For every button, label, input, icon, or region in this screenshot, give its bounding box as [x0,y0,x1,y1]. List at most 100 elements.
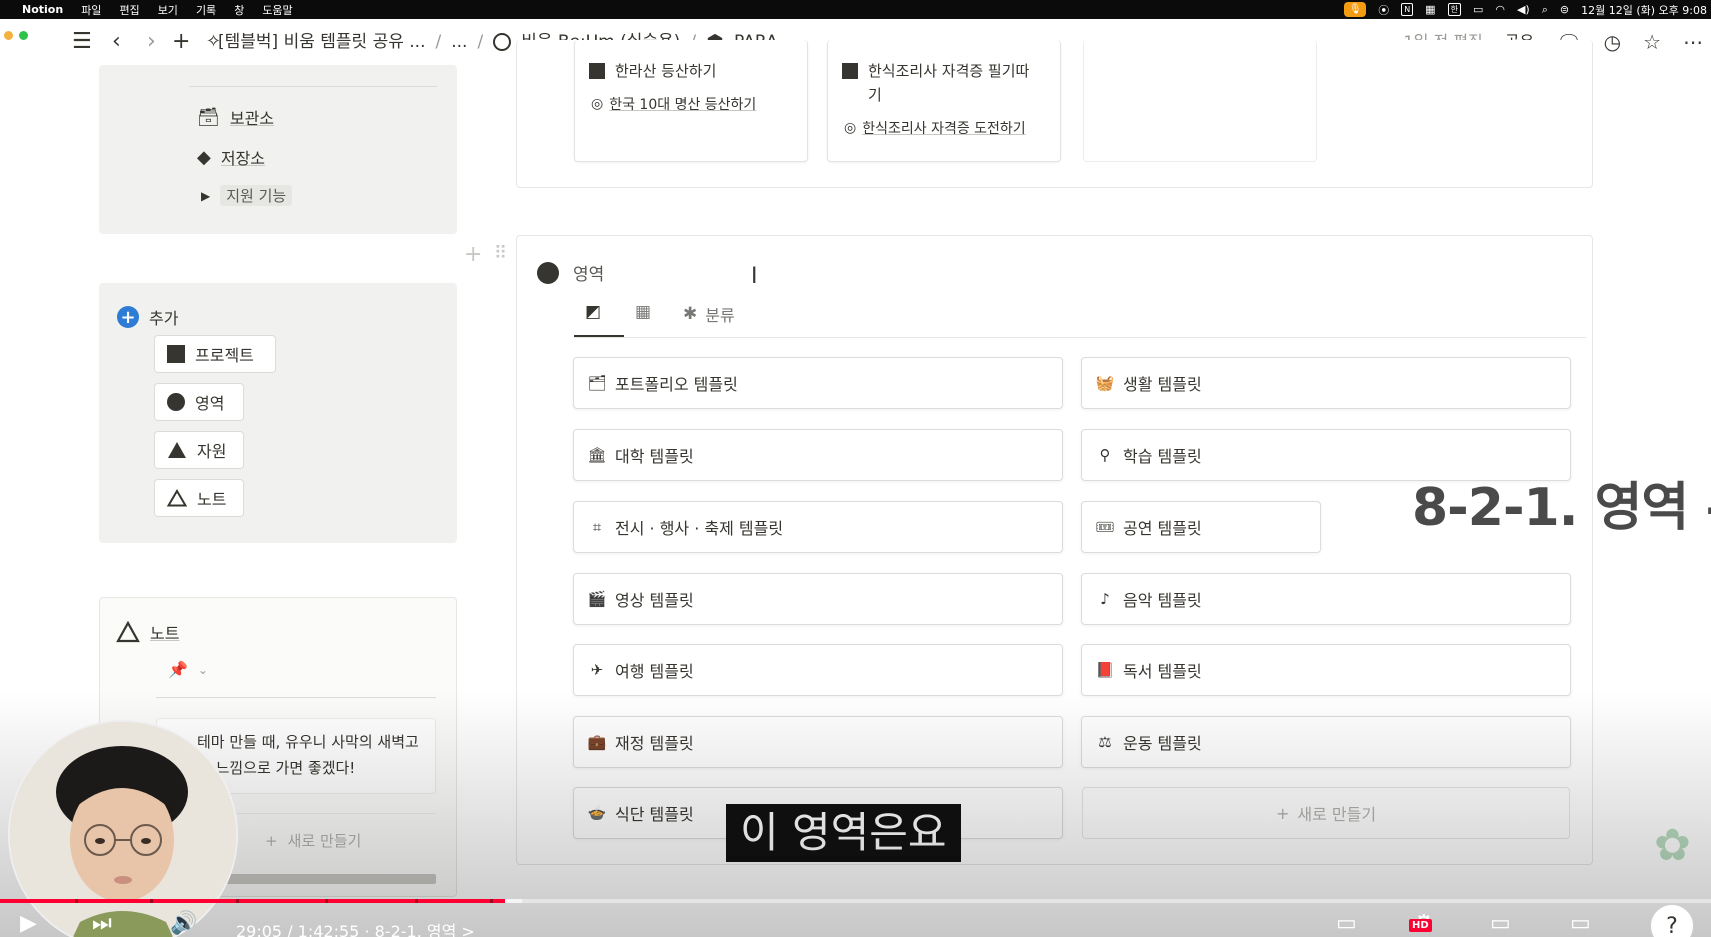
drag-handle-icon[interactable]: ⠿ [494,243,507,264]
area-title[interactable]: 영역 [573,260,604,285]
add-area-button[interactable]: 영역 [154,383,244,421]
flower-watermark-icon: ✿ [1654,820,1691,871]
control-center-icon[interactable]: ⊜ [1560,3,1569,16]
music-note-icon: ♪ [1100,590,1110,608]
chevron-down-icon[interactable]: ⌄ [198,663,208,677]
area-item-travel[interactable]: ✈ 여행 템플릿 [573,644,1063,696]
project-card-hallasan[interactable]: 한라산 등산하기 ◎ 한국 10대 명산 등산하기 [574,40,808,162]
add-project-button[interactable]: 프로젝트 [154,335,276,373]
menubar-clock[interactable]: 12월 12일 (화) 오후 9:08 [1581,2,1707,18]
menu-window[interactable]: 창 [234,2,244,18]
battery-icon[interactable]: ▭ [1473,3,1483,16]
scrollbar[interactable] [210,874,436,884]
sidebar-item-storage[interactable]: ◆ 저장소 [197,145,265,169]
toggle-triangle-icon[interactable]: ▶ [201,189,210,203]
more-options-icon[interactable]: ⋯ [1683,29,1703,55]
back-icon[interactable]: ‹ [112,29,121,55]
project-card-title: 한식조리사 자격증 필기따 [842,60,1029,81]
filled-circle-icon [167,393,185,411]
spotlight-icon[interactable]: ⌕ [1542,3,1548,17]
miniplayer-icon[interactable]: ▭ [1490,912,1511,936]
pin-icon: 📌 [168,660,188,679]
menu-history[interactable]: 기록 [196,2,216,18]
player-controls: ▶ ⏭ 🔊 29:05 / 1:42:55 · 8-2-1. 영역 > ▭ ⚙ … [0,906,1711,937]
project-goal[interactable]: ◎ 한식조리사 자격증 도전하기 [844,118,1026,138]
area-item-video[interactable]: 🎬 영상 템플릿 [573,573,1063,625]
tab-category[interactable]: ✱ 분류 [683,302,735,326]
macos-menubar: Notion 파일 편집 보기 기록 창 도움말 🎙 ⦿ N ▦ 한 ▭ ◠ ◀… [0,0,1711,19]
input-han-icon[interactable]: 한 [1447,3,1461,16]
record-icon[interactable]: ⦿ [1378,2,1389,18]
area-item-finance[interactable]: 💼 재정 템플릿 [573,716,1063,768]
breadcrumb-item-ellipsis[interactable]: ... [451,29,467,55]
tab-gallery[interactable]: ◩ [585,302,601,322]
area-item-portfolio[interactable]: 🗂 포트폴리오 템플릿 [573,357,1063,409]
menu-view[interactable]: 보기 [158,2,178,18]
theater-mode-icon[interactable]: ▭ [1570,912,1591,936]
add-note-button[interactable]: 노트 [154,479,244,517]
volume-icon[interactable]: 🔊 [170,912,197,936]
add-button-label: 영역 [195,394,225,413]
area-new-button[interactable]: + 새로 만들기 [1082,787,1570,839]
history-clock-icon[interactable]: ◷ [1604,29,1621,55]
keyboard-icon[interactable]: ▦ [1425,3,1435,16]
video-progress-bar[interactable] [0,899,1711,903]
area-item-exhibition[interactable]: ⌗ 전시 · 행사 · 축제 템플릿 [573,501,1063,553]
divider [156,697,436,698]
presenter-face-icon [10,722,236,937]
target-icon: ◎ [591,96,604,112]
sidebar-item-archive[interactable]: 🗃 보관소 [197,105,274,129]
area-item-label: 여행 템플릿 [615,662,694,681]
subtitles-icon[interactable]: ▭ [1336,912,1357,936]
sidebar-menu-icon[interactable]: ☰ [72,29,92,55]
menu-app-name[interactable]: Notion [22,3,63,16]
new-page-plus-icon[interactable]: + [172,29,190,55]
play-icon[interactable]: ▶ [20,912,37,936]
window-controls [4,31,28,40]
area-item-performance[interactable]: 🎟 공연 템플릿 [1081,501,1321,553]
microphone-icon[interactable]: 🎙 [1344,2,1367,17]
tab-table[interactable]: ▦ [635,302,651,322]
zoom-dot-icon[interactable] [19,31,28,40]
pin-filter[interactable]: 📌 ⌄ [168,660,208,679]
add-button-label: 자원 [197,442,227,461]
breadcrumb-item-template-share[interactable]: [템블벅] 비움 템플릿 공유 ... [218,29,426,55]
project-card-empty[interactable] [1083,40,1317,162]
area-item-life[interactable]: 🧺 생활 템플릿 [1081,357,1571,409]
menu-file[interactable]: 파일 [81,2,101,18]
menu-help[interactable]: 도움말 [262,2,292,18]
area-item-label: 학습 템플릿 [1123,447,1202,466]
add-block-plus-icon[interactable]: + [464,242,482,267]
area-item-music[interactable]: ♪ 음악 템플릿 [1081,573,1571,625]
notes-title[interactable]: 노트 [150,620,179,644]
breadcrumb-separator: / [477,32,484,52]
area-item-label: 대학 템플릿 [615,447,694,466]
project-card-cook[interactable]: 한식조리사 자격증 필기따 기 ◎ 한식조리사 자격증 도전하기 [827,40,1061,162]
forward-icon[interactable]: › [147,29,156,55]
next-icon[interactable]: ⏭ [92,912,112,936]
notion-tray-icon[interactable]: N [1401,3,1414,16]
notes-new-button[interactable]: + 새로 만들기 [265,830,361,851]
plus-icon: + [265,831,278,850]
volume-icon[interactable]: ◀) [1517,3,1530,16]
project-goal[interactable]: ◎ 한국 10대 명산 등산하기 [591,94,756,114]
area-item-exercise[interactable]: ⚖ 운동 템플릿 [1081,716,1571,768]
head-icon: ⚲ [1099,446,1111,464]
frame-icon: ⌗ [592,518,602,536]
menu-edit[interactable]: 편집 [119,2,139,18]
area-item-reading[interactable]: 📕 독서 템플릿 [1081,644,1571,696]
wifi-icon[interactable]: ◠ [1495,3,1505,16]
time-display[interactable]: 29:05 / 1:42:55 · 8-2-1. 영역 > [236,918,475,937]
gallery-icon: ◩ [585,302,602,322]
area-item-university[interactable]: 🏛 대학 템플릿 [573,429,1063,481]
table-icon: ▦ [635,302,652,322]
ticket-icon: 🎟 [1095,518,1115,536]
sidebar-item-label: 보관소 [229,109,275,128]
add-resource-button[interactable]: 자원 [154,431,244,469]
chapter-marker [150,899,153,903]
support-toggle[interactable]: ▶ 지원 기능 [201,185,293,206]
favorite-star-icon[interactable]: ☆ [1643,29,1661,55]
area-item-label: 운동 템플릿 [1123,734,1202,753]
area-item-label: 전시 · 행사 · 축제 템플릿 [615,519,784,538]
minimize-dot-icon[interactable] [4,31,13,40]
